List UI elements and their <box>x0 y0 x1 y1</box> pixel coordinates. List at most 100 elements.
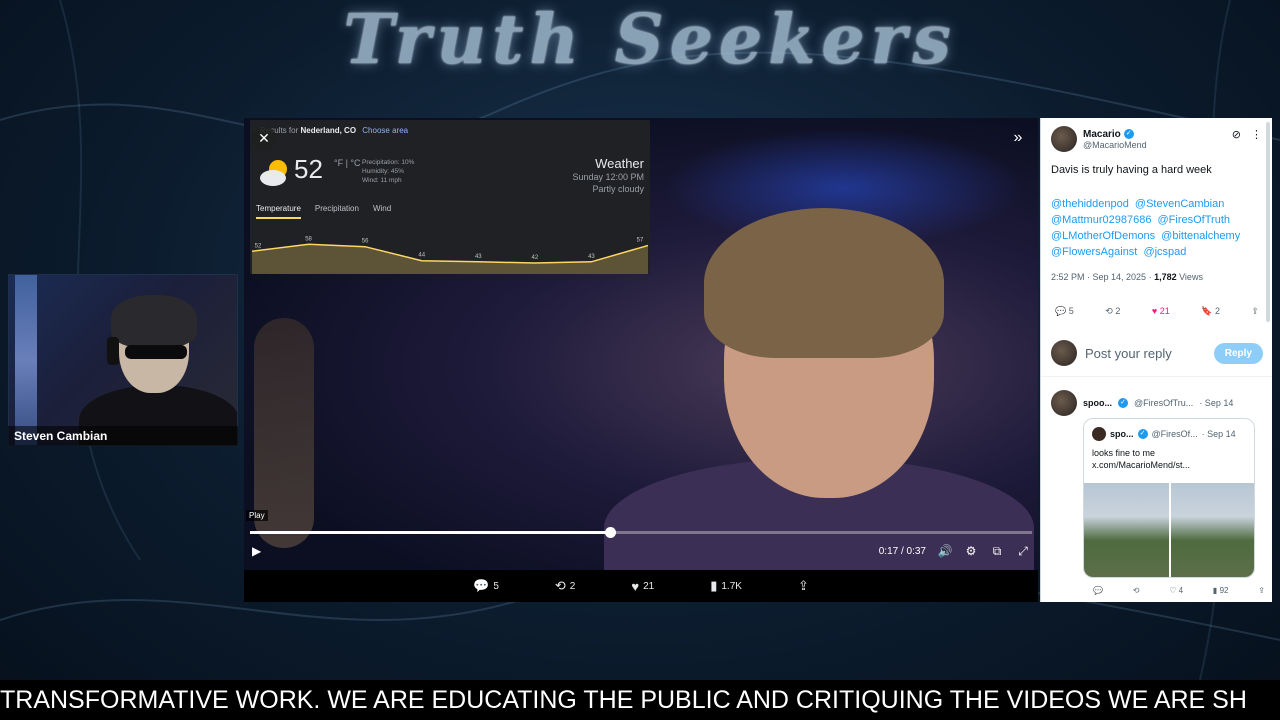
quote-author-handle: @FiresOf... <box>1151 429 1198 439</box>
tweet-author[interactable]: Macario ✓ <box>1083 129 1147 140</box>
reposts-action[interactable]: ⟲ 2 <box>555 578 575 594</box>
divider <box>1041 376 1272 377</box>
heart-icon: ♥ <box>631 578 640 594</box>
mention-link[interactable]: @FiresOfTruth <box>1158 214 1231 226</box>
progress-bar[interactable] <box>250 527 1032 538</box>
quote-link[interactable]: x.com/MacarioMend/st... <box>1092 459 1190 471</box>
mention-link[interactable]: @bittenalchemy <box>1161 230 1240 242</box>
graph-point-label: 42 <box>532 255 539 261</box>
reply-date[interactable]: · Sep 14 <box>1199 398 1233 408</box>
tweet-bookmark-action[interactable]: 🔖 2 <box>1201 306 1220 317</box>
tweet-repost-action[interactable]: ⟲ 2 <box>1105 306 1120 317</box>
tab-wind[interactable]: Wind <box>373 204 391 219</box>
mention-link[interactable]: @FlowersAgainst <box>1051 246 1137 258</box>
grok-icon[interactable]: ⊘ <box>1232 128 1241 141</box>
graph-point-label: 58 <box>305 236 312 242</box>
progress-handle[interactable] <box>604 527 616 538</box>
avatar <box>1051 340 1077 366</box>
reply-repost-action[interactable]: ⟲ <box>1133 586 1140 595</box>
quoted-tweet[interactable]: spo... ✓ @FiresOf... · Sep 14 looks fine… <box>1083 418 1255 578</box>
tab-precipitation[interactable]: Precipitation <box>315 204 359 219</box>
verified-icon: ✓ <box>1123 129 1134 139</box>
likes-action[interactable]: ♥ 21 <box>631 579 654 594</box>
tweet-author-name[interactable]: Macario <box>1083 129 1121 140</box>
analytics-icon: ▮ <box>1212 586 1218 595</box>
choose-area-link[interactable]: Choose area <box>362 126 408 135</box>
reply-input[interactable]: Post your reply <box>1085 346 1206 361</box>
tweet-views-label: Views <box>1176 272 1203 282</box>
tweet-likes-count: 21 <box>1159 306 1170 316</box>
reply-reply-action[interactable]: 💬 <box>1093 586 1103 595</box>
views-action[interactable]: ▮ 1.7K <box>710 578 742 594</box>
reply-author-handle[interactable]: @FiresOfTru... <box>1134 398 1193 408</box>
pip-icon[interactable]: ⧉ <box>990 544 1004 558</box>
reply-author-name[interactable]: spoo... <box>1083 398 1112 408</box>
channel-title: Truth Seekers <box>343 0 957 80</box>
tweet-like-action[interactable]: ♥ 21 <box>1152 306 1170 317</box>
headset <box>107 337 119 365</box>
play-icon[interactable]: ▶ <box>252 544 266 558</box>
progress-fill <box>250 531 610 534</box>
scrollbar[interactable] <box>1266 122 1270 322</box>
play-tooltip: Play <box>246 510 268 521</box>
tab-temperature[interactable]: Temperature <box>256 204 301 219</box>
webcam-feed <box>8 274 238 446</box>
share-icon: ⇪ <box>1251 306 1259 316</box>
tweet-meta: 2:52 PM · Sep 14, 2025 · 1,782 Views <box>1051 272 1203 282</box>
avatar <box>1092 427 1106 441</box>
playback-time: 0:17 / 0:37 <box>878 545 926 557</box>
quote-header: spo... ✓ @FiresOf... · Sep 14 <box>1092 427 1236 441</box>
reply-composer: Post your reply Reply <box>1051 340 1263 366</box>
reply-like-action[interactable]: ♡ 4 <box>1169 586 1183 595</box>
repost-icon: ⟲ <box>554 578 566 593</box>
views-count: 1.7K <box>721 580 742 592</box>
verified-icon: ✓ <box>1118 398 1128 408</box>
man-hair <box>704 208 944 358</box>
graph-point-label: 43 <box>588 254 595 260</box>
tweet-reply-action[interactable]: 💬 5 <box>1055 306 1074 317</box>
tweet-views-count: 1,782 <box>1154 272 1177 282</box>
video-player[interactable]: ✕ » Results for Nederland, CO Choose are… <box>244 118 1038 602</box>
quote-author-name: spo... <box>1110 429 1134 439</box>
replies-action[interactable]: 💬 5 <box>473 578 499 594</box>
bookmark-icon: 🔖 <box>1201 306 1213 316</box>
temperature-graph: 52 58 56 44 43 42 43 57 <box>252 236 648 274</box>
verified-icon: ✓ <box>1137 429 1148 439</box>
mention-link[interactable]: @jcspad <box>1143 246 1186 258</box>
more-icon[interactable]: ⋮ <box>1251 128 1262 141</box>
fullscreen-icon[interactable]: ⤢ <box>1016 544 1030 558</box>
avatar[interactable] <box>1051 126 1077 152</box>
share-icon: ⇪ <box>1258 586 1265 595</box>
weather-widget: Results for Nederland, CO Choose area 52… <box>250 120 650 274</box>
settings-gear-icon[interactable]: ⚙ <box>964 544 978 558</box>
quote-images[interactable] <box>1084 483 1254 577</box>
expand-icon[interactable]: » <box>1008 128 1028 148</box>
tweet-time[interactable]: 2:52 PM · Sep 14, 2025 · <box>1051 272 1154 282</box>
reply-share-action[interactable]: ⇪ <box>1258 586 1265 595</box>
mention-link[interactable]: @Mattmur02987686 <box>1051 214 1151 226</box>
tweet-author-handle[interactable]: @MacarioMend <box>1083 140 1147 150</box>
reply-header: spoo... ✓ @FiresOfTru... · Sep 14 <box>1051 390 1263 416</box>
reply-icon: 💬 <box>1055 306 1067 316</box>
tweet-share-action[interactable]: ⇪ <box>1251 306 1259 317</box>
weather-location-name: Nederland, CO <box>300 126 357 135</box>
reply-views-action[interactable]: ▮ 92 <box>1213 586 1229 595</box>
quote-image-left[interactable] <box>1084 483 1169 577</box>
tweet-top-icons: ⊘ ⋮ <box>1232 128 1262 141</box>
reply-button[interactable]: Reply <box>1213 342 1263 364</box>
share-action[interactable]: ⇪ <box>798 578 809 594</box>
news-ticker: TRANSFORMATIVE WORK. WE ARE EDUCATING TH… <box>0 680 1280 720</box>
weather-units[interactable]: °F | °C <box>334 158 361 168</box>
person-hair <box>111 295 197 347</box>
quote-image-right[interactable] <box>1171 483 1254 577</box>
tweet-header: Macario ✓ @MacarioMend <box>1051 126 1147 152</box>
avatar[interactable] <box>1051 390 1077 416</box>
volume-icon[interactable]: 🔊 <box>938 544 953 558</box>
reply-tweet[interactable]: spoo... ✓ @FiresOfTru... · Sep 14 spo...… <box>1051 390 1265 595</box>
tweet-actions: 💬 5 ⟲ 2 ♥ 21 🔖 2 ⇪ <box>1055 306 1259 317</box>
close-icon[interactable]: ✕ <box>252 126 276 150</box>
heart-icon: ♥ <box>1151 306 1158 316</box>
mention-link[interactable]: @StevenCambian <box>1135 198 1224 210</box>
mention-link[interactable]: @LMotherOfDemons <box>1051 230 1155 242</box>
mention-link[interactable]: @thehiddenpod <box>1051 198 1129 210</box>
